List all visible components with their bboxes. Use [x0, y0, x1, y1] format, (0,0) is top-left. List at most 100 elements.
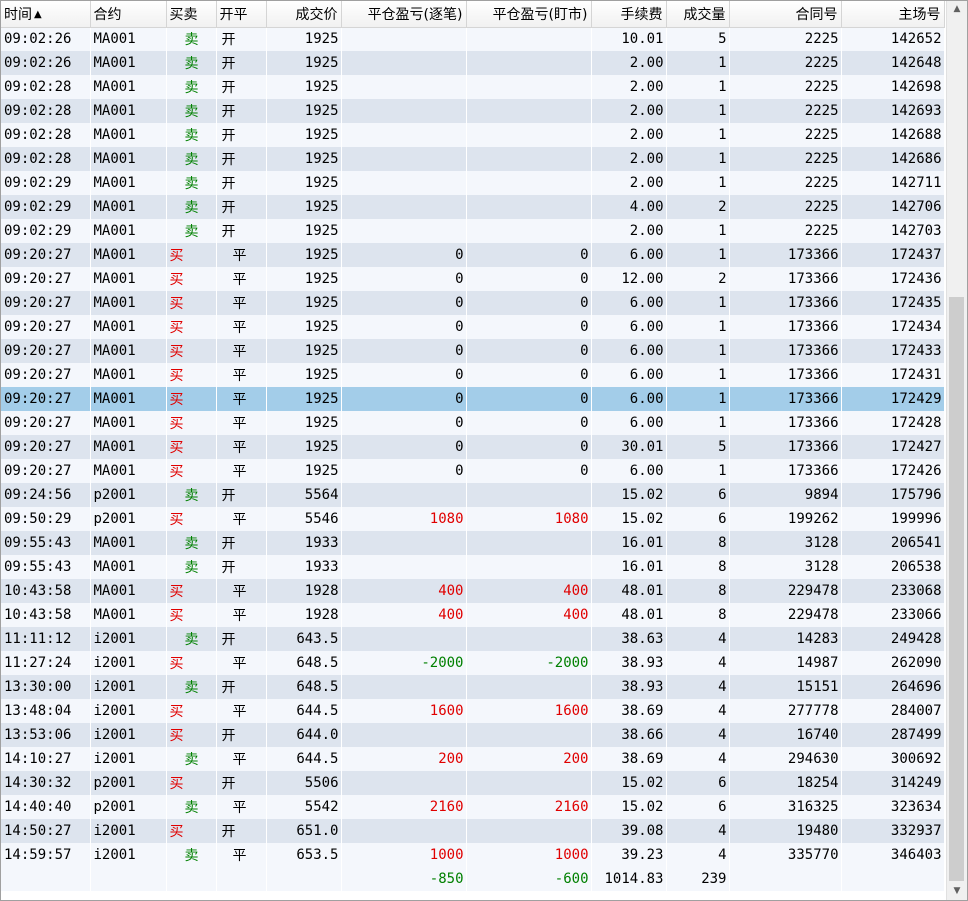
table-row[interactable]: 09:20:27 MA001 买平 1925 0 0 6.00 1 173366 172429	[1, 387, 945, 411]
cell-pnl-mtm	[466, 51, 592, 75]
down-arrow-icon: ▼	[953, 886, 961, 896]
cell-contract: i2001	[90, 819, 167, 843]
cell-contract: MA001	[90, 411, 167, 435]
cell-fee: 2.00	[591, 51, 667, 75]
cell-open-close: 开	[216, 723, 267, 747]
cell-order-no: 19480	[729, 819, 842, 843]
cell-order-no: 18254	[729, 771, 842, 795]
table-row[interactable]: 09:20:27 MA001 买平 1925 0 0 6.00 1 173366 172433	[1, 339, 945, 363]
cell-open-close: 平	[216, 843, 267, 867]
cell-side: 买	[166, 387, 217, 411]
cell-side: 卖	[166, 27, 217, 51]
column-header-pnl-trade[interactable]: 平仓盈亏(逐笔)	[341, 1, 467, 28]
cell-fee: 15.02	[591, 507, 667, 531]
column-header-time[interactable]: 时间 ▲	[1, 1, 91, 28]
total-empty-cell	[1, 867, 91, 891]
cell-order-no: 14987	[729, 651, 842, 675]
cell-pnl-trade	[341, 27, 467, 51]
cell-open-close: 开	[216, 51, 267, 75]
cell-order-no: 2225	[729, 99, 842, 123]
cell-qty: 8	[666, 555, 730, 579]
cell-pnl-trade: 0	[341, 459, 467, 483]
table-row[interactable]: 09:20:27 MA001 买平 1925 0 0 6.00 1 173366 172426	[1, 459, 945, 483]
vertical-scrollbar[interactable]: ▲ ▼	[946, 1, 967, 900]
cell-qty: 6	[666, 795, 730, 819]
cell-pnl-trade	[341, 771, 467, 795]
table-row[interactable]: 09:24:56 p2001 卖开 5564 15.02 6 9894 175796	[1, 483, 945, 507]
table-row[interactable]: 09:20:27 MA001 买平 1925 0 0 6.00 1 173366 172431	[1, 363, 945, 387]
scroll-up-button[interactable]: ▲	[947, 1, 967, 18]
column-header-order-no[interactable]: 合同号	[729, 1, 842, 28]
cell-fee: 2.00	[591, 147, 667, 171]
table-row[interactable]: 09:20:27 MA001 买平 1925 0 0 6.00 1 173366 172434	[1, 315, 945, 339]
column-header-open-close[interactable]: 开平	[216, 1, 267, 28]
cell-contract: i2001	[90, 651, 167, 675]
cell-price: 1925	[266, 27, 342, 51]
table-row[interactable]: 09:02:29 MA001 卖开 1925 2.00 1 2225 142703	[1, 219, 945, 243]
cell-side: 买	[166, 579, 217, 603]
table-row[interactable]: 09:02:29 MA001 卖开 1925 4.00 2 2225 142706	[1, 195, 945, 219]
cell-time: 10:43:58	[1, 603, 91, 627]
cell-time: 09:55:43	[1, 555, 91, 579]
column-header-qty[interactable]: 成交量	[666, 1, 730, 28]
cell-qty: 1	[666, 387, 730, 411]
cell-open-close: 平	[216, 243, 267, 267]
cell-open-close: 开	[216, 675, 267, 699]
cell-time: 09:02:29	[1, 219, 91, 243]
cell-contract: MA001	[90, 555, 167, 579]
table-row[interactable]: 09:20:27 MA001 买平 1925 0 0 30.01 5 173366 172427	[1, 435, 945, 459]
column-header-price[interactable]: 成交价	[266, 1, 342, 28]
table-row[interactable]: 14:10:27 i2001 卖平 644.5 200 200 38.69 4 294630 30…	[1, 747, 945, 771]
cell-contract: MA001	[90, 267, 167, 291]
table-row[interactable]: 09:02:28 MA001 卖开 1925 2.00 1 2225 142693	[1, 99, 945, 123]
column-header-side[interactable]: 买卖	[166, 1, 217, 28]
cell-contract: MA001	[90, 603, 167, 627]
cell-order-no: 173366	[729, 315, 842, 339]
column-header-match-no[interactable]: 主场号	[841, 1, 945, 28]
cell-pnl-trade	[341, 627, 467, 651]
cell-time: 13:48:04	[1, 699, 91, 723]
cell-side: 买	[166, 411, 217, 435]
cell-match-no: 206541	[841, 531, 945, 555]
table-row[interactable]: 14:59:57 i2001 卖平 653.5 1000 1000 39.23 4 335770…	[1, 843, 945, 867]
cell-time: 09:02:28	[1, 147, 91, 171]
table-row[interactable]: 09:50:29 p2001 买平 5546 1080 1080 15.02 6 199262 1…	[1, 507, 945, 531]
table-row[interactable]: 11:11:12 i2001 卖开 643.5 38.63 4 14283 249428	[1, 627, 945, 651]
cell-contract: i2001	[90, 699, 167, 723]
cell-match-no: 249428	[841, 627, 945, 651]
table-row[interactable]: 09:20:27 MA001 买平 1925 0 0 6.00 1 173366 172428	[1, 411, 945, 435]
cell-order-no: 16740	[729, 723, 842, 747]
table-row[interactable]: 09:20:27 MA001 买平 1925 0 0 6.00 1 173366 172435	[1, 291, 945, 315]
cell-match-no: 142652	[841, 27, 945, 51]
cell-qty: 4	[666, 819, 730, 843]
table-row[interactable]: 14:50:27 i2001 买开 651.0 39.08 4 19480 332937	[1, 819, 945, 843]
column-header-pnl-mtm[interactable]: 平仓盈亏(盯市)	[466, 1, 592, 28]
cell-open-close: 平	[216, 699, 267, 723]
cell-order-no: 14283	[729, 627, 842, 651]
table-row[interactable]: 09:20:27 MA001 买平 1925 0 0 6.00 1 173366 172437	[1, 243, 945, 267]
table-row[interactable]: 13:48:04 i2001 买平 644.5 1600 1600 38.69 4 277778…	[1, 699, 945, 723]
cell-pnl-trade	[341, 75, 467, 99]
table-row[interactable]: 09:02:28 MA001 卖开 1925 2.00 1 2225 142688	[1, 123, 945, 147]
table-row[interactable]: 13:53:06 i2001 买开 644.0 38.66 4 16740 287499	[1, 723, 945, 747]
table-row[interactable]: 09:02:26 MA001 卖开 1925 2.00 1 2225 142648	[1, 51, 945, 75]
table-row[interactable]: 11:27:24 i2001 买平 648.5 -2000 -2000 38.93 4 1498…	[1, 651, 945, 675]
table-row[interactable]: 10:43:58 MA001 买平 1928 400 400 48.01 8 229478 233…	[1, 603, 945, 627]
scrollbar-thumb[interactable]	[949, 297, 964, 881]
column-header-contract[interactable]: 合约	[90, 1, 167, 28]
table-row[interactable]: 09:55:43 MA001 卖开 1933 16.01 8 3128 206538	[1, 555, 945, 579]
scroll-down-button[interactable]: ▼	[947, 883, 967, 900]
table-row[interactable]: 14:30:32 p2001 买开 5506 15.02 6 18254 314249	[1, 771, 945, 795]
table-row[interactable]: 09:02:29 MA001 卖开 1925 2.00 1 2225 142711	[1, 171, 945, 195]
table-row[interactable]: 13:30:00 i2001 卖开 648.5 38.93 4 15151 264696	[1, 675, 945, 699]
table-row[interactable]: 10:43:58 MA001 买平 1928 400 400 48.01 8 229478 233…	[1, 579, 945, 603]
table-row[interactable]: 09:02:26 MA001 卖开 1925 10.01 5 2225 142652	[1, 27, 945, 51]
table-row[interactable]: 09:55:43 MA001 卖开 1933 16.01 8 3128 206541	[1, 531, 945, 555]
column-header-fee[interactable]: 手续费	[591, 1, 667, 28]
cell-qty: 6	[666, 771, 730, 795]
table-row[interactable]: 09:20:27 MA001 买平 1925 0 0 12.00 2 173366 172436	[1, 267, 945, 291]
table-row[interactable]: 09:02:28 MA001 卖开 1925 2.00 1 2225 142698	[1, 75, 945, 99]
table-row[interactable]: 09:02:28 MA001 卖开 1925 2.00 1 2225 142686	[1, 147, 945, 171]
table-row[interactable]: 14:40:40 p2001 卖平 5542 2160 2160 15.02 6 316325 3…	[1, 795, 945, 819]
cell-contract: i2001	[90, 747, 167, 771]
